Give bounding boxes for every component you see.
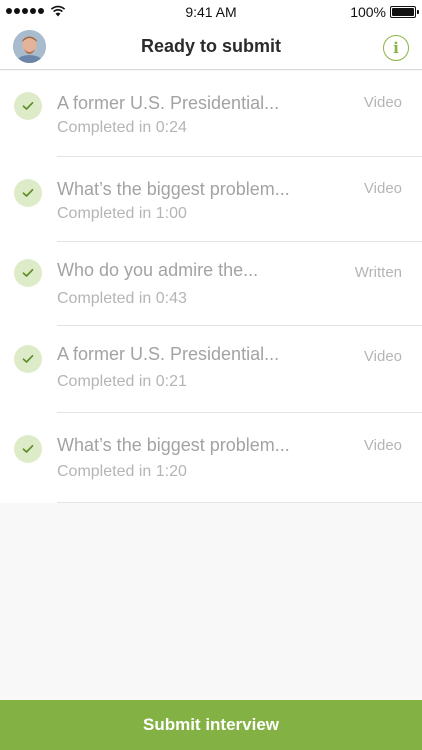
info-button[interactable]: i bbox=[383, 35, 409, 61]
battery-group: 100% bbox=[350, 4, 419, 20]
completion-time: Completed in 0:21 bbox=[57, 373, 187, 390]
question-title: What’s the biggest problem... bbox=[57, 179, 290, 199]
list-item[interactable]: What’s the biggest problem... Completed … bbox=[0, 157, 422, 242]
completion-time: Completed in 0:43 bbox=[57, 290, 187, 307]
completion-time: Completed in 1:00 bbox=[57, 205, 187, 222]
answer-type: Written bbox=[354, 264, 402, 281]
list-item[interactable]: A former U.S. Presidential... Completed … bbox=[0, 326, 422, 413]
completion-time: Completed in 0:24 bbox=[57, 119, 187, 136]
nav-bar: Ready to submit i bbox=[0, 24, 422, 70]
page-title: Ready to submit bbox=[140, 36, 282, 56]
question-title: A former U.S. Presidential... bbox=[57, 344, 280, 364]
list-item[interactable]: Who do you admire the... Completed in 0:… bbox=[0, 242, 422, 326]
check-icon bbox=[14, 345, 42, 373]
divider bbox=[57, 502, 422, 503]
answer-type: Video bbox=[363, 94, 402, 111]
list-item[interactable]: What’s the biggest problem... Completed … bbox=[0, 413, 422, 503]
answer-type: Video bbox=[363, 437, 402, 454]
question-title: A former U.S. Presidential... bbox=[57, 93, 280, 113]
completion-time: Completed in 1:20 bbox=[57, 463, 187, 480]
battery-icon bbox=[390, 6, 419, 18]
check-icon bbox=[14, 259, 42, 287]
check-icon bbox=[14, 92, 42, 120]
info-icon: i bbox=[393, 39, 399, 57]
list-item[interactable]: A former U.S. Presidential... Completed … bbox=[0, 71, 422, 157]
question-title: What’s the biggest problem... bbox=[57, 435, 290, 455]
answer-type: Video bbox=[363, 180, 402, 197]
question-list: A former U.S. Presidential... Completed … bbox=[0, 71, 422, 503]
check-icon bbox=[14, 179, 42, 207]
battery-percent: 100% bbox=[350, 4, 386, 20]
status-bar: 9:41 AM 100% bbox=[0, 0, 422, 24]
submit-interview-button[interactable]: Submit interview bbox=[0, 700, 422, 750]
question-title: Who do you admire the... bbox=[57, 260, 259, 280]
answer-type: Video bbox=[363, 348, 402, 365]
check-icon bbox=[14, 435, 42, 463]
